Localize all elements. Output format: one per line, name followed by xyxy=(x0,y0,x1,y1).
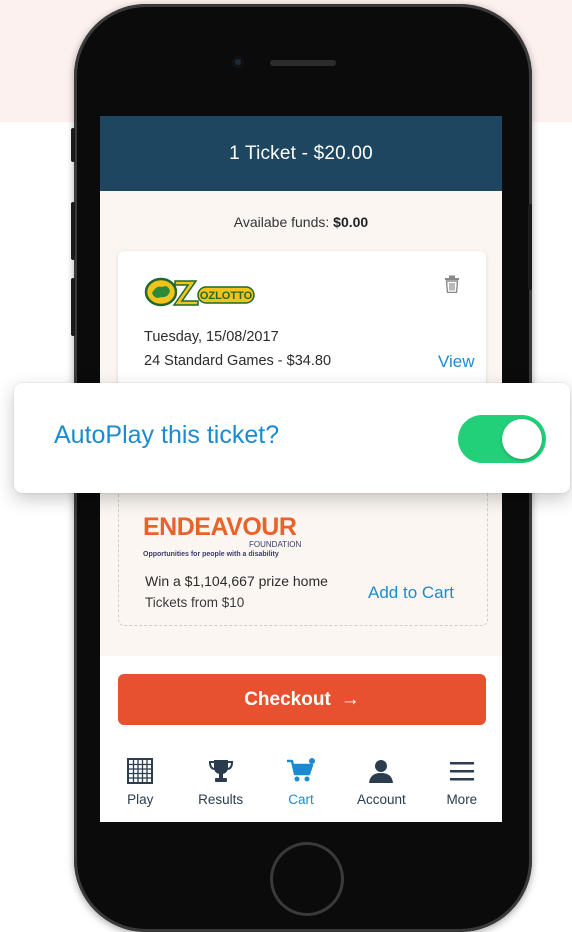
grid-icon xyxy=(127,758,154,784)
cart-title: 1 Ticket - $20.00 xyxy=(229,143,373,164)
nav-label-results: Results xyxy=(198,792,244,807)
nav-item-results[interactable]: Results xyxy=(180,752,260,822)
nav-item-play[interactable]: Play xyxy=(100,752,180,822)
ozlotto-logo-text: OZLOTTO xyxy=(200,290,253,302)
trash-icon[interactable] xyxy=(444,275,460,293)
nav-item-account[interactable]: Account xyxy=(341,752,421,822)
autoplay-question: AutoPlay this ticket? xyxy=(54,421,280,449)
nav-item-cart[interactable]: Cart xyxy=(261,752,341,822)
checkout-button[interactable]: Checkout → xyxy=(118,674,486,725)
checkout-label: Checkout xyxy=(244,689,331,710)
mute-switch xyxy=(71,128,75,162)
draw-date: Tuesday, 15/08/2017 xyxy=(144,329,279,345)
nav-label-play: Play xyxy=(127,792,154,807)
funds-label: Availabe funds: xyxy=(233,214,330,230)
tickets-from-text: Tickets from $10 xyxy=(145,595,245,610)
view-link[interactable]: View xyxy=(438,352,475,372)
person-icon xyxy=(369,760,394,783)
ticket-card: OZLOTTO Tuesday, 15/08/2017 24 Standard … xyxy=(118,251,486,401)
speaker-grille xyxy=(270,60,336,66)
nav-label-more: More xyxy=(446,792,478,807)
menu-icon xyxy=(449,762,474,781)
charity-card: ENDEAVOUR FOUNDATION Opportunities for p… xyxy=(118,474,488,626)
arrow-right-icon: → xyxy=(340,689,360,710)
cart-icon xyxy=(287,758,316,782)
toggle-knob xyxy=(502,419,542,459)
nav-label-account: Account xyxy=(357,792,406,807)
camera-icon xyxy=(232,56,244,68)
power-button xyxy=(528,204,532,290)
endeavour-logo: ENDEAVOUR xyxy=(143,513,297,541)
bottom-nav: Play Results Cart Account More xyxy=(100,752,502,822)
games-summary: 24 Standard Games - $34.80 xyxy=(144,353,332,369)
endeavour-tagline: Opportunities for people with a disabili… xyxy=(143,551,279,558)
trophy-icon xyxy=(208,760,233,782)
nav-label-cart: Cart xyxy=(288,792,314,807)
available-funds: Availabe funds: $0.00 xyxy=(100,214,502,230)
volume-up-button xyxy=(71,202,75,260)
autoplay-popup: AutoPlay this ticket? xyxy=(14,383,570,493)
endeavour-foundation-text: FOUNDATION xyxy=(249,540,302,549)
cart-header: 1 Ticket - $20.00 xyxy=(100,116,502,191)
nav-item-more[interactable]: More xyxy=(422,752,502,822)
add-to-cart-link[interactable]: Add to Cart xyxy=(368,583,454,603)
home-button[interactable] xyxy=(270,842,344,916)
ozlotto-logo: OZLOTTO xyxy=(144,277,255,307)
autoplay-toggle[interactable] xyxy=(458,415,546,463)
prize-text: Win a $1,104,667 prize home xyxy=(145,573,328,589)
funds-amount: $0.00 xyxy=(333,214,369,230)
volume-down-button xyxy=(71,278,75,336)
